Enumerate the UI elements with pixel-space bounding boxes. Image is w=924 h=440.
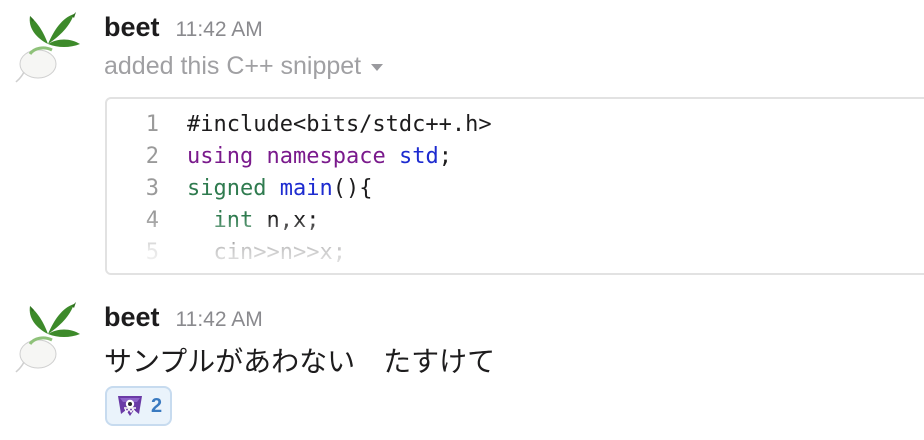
beet-avatar-icon[interactable] — [14, 298, 82, 374]
code-token: ; — [438, 144, 452, 169]
code-token: using — [187, 144, 254, 169]
reaction-count: 2 — [151, 394, 163, 417]
reaction-button[interactable]: 2 — [105, 386, 173, 426]
code-line: 2 using namespace std; — [107, 141, 924, 173]
line-number: 3 — [145, 176, 159, 201]
message-snippet: beet 11:42 AM added this C++ snippet 1 #i… — [0, 0, 924, 290]
purple-monster-emoji-icon — [115, 392, 145, 420]
author-name[interactable]: beet — [104, 12, 160, 43]
code-token: cin>>n>>x; — [187, 240, 346, 265]
code-text: int n,x; — [187, 205, 320, 237]
code-text: signed main(){ — [187, 173, 372, 205]
code-token: namespace — [266, 144, 386, 169]
message-header: beet 11:42 AM — [104, 12, 263, 48]
timestamp[interactable]: 11:42 AM — [176, 18, 263, 42]
beet-avatar-icon[interactable] — [14, 8, 82, 84]
timestamp[interactable]: 11:42 AM — [176, 308, 263, 332]
code-token: signed — [187, 176, 267, 201]
code-snippet[interactable]: 1 #include<bits/stdc++.h> 2 using namespace… — [105, 97, 924, 275]
code-line: 5 cin>>n>>x; — [107, 237, 924, 269]
code-line: 3 signed main(){ — [107, 173, 924, 205]
code-token: n,x; — [253, 208, 320, 233]
code-token: int — [213, 208, 254, 233]
author-name[interactable]: beet — [104, 302, 160, 333]
code-text: cin>>n>>x; — [187, 237, 346, 269]
code-text: #include<bits/stdc++.h> — [187, 109, 492, 141]
code-token: #include<bits/stdc++.h> — [187, 112, 492, 137]
code-line: 4 int n,x; — [107, 205, 924, 237]
code-token: main — [279, 176, 333, 201]
line-number: 5 — [145, 240, 159, 265]
snippet-meta-label: added this C++ snippet — [104, 52, 362, 80]
line-number: 4 — [145, 208, 159, 233]
code-line: 1 #include<bits/stdc++.h> — [107, 109, 924, 141]
chevron-down-icon[interactable] — [371, 64, 384, 71]
line-number: 1 — [145, 112, 159, 137]
code-token: std — [398, 144, 439, 169]
code-text: using namespace std; — [187, 141, 452, 173]
message-header: beet 11:42 AM — [104, 302, 263, 338]
line-number: 2 — [145, 144, 159, 169]
message-body: サンプルがあわない たすけて — [104, 345, 496, 378]
code-token: (){ — [332, 176, 373, 201]
message-text: beet 11:42 AM サンプルがあわない たすけて 2 — [0, 290, 924, 440]
code-lines: 1 #include<bits/stdc++.h> 2 using namespace… — [107, 109, 924, 269]
snippet-meta[interactable]: added this C++ snippet — [104, 52, 384, 81]
